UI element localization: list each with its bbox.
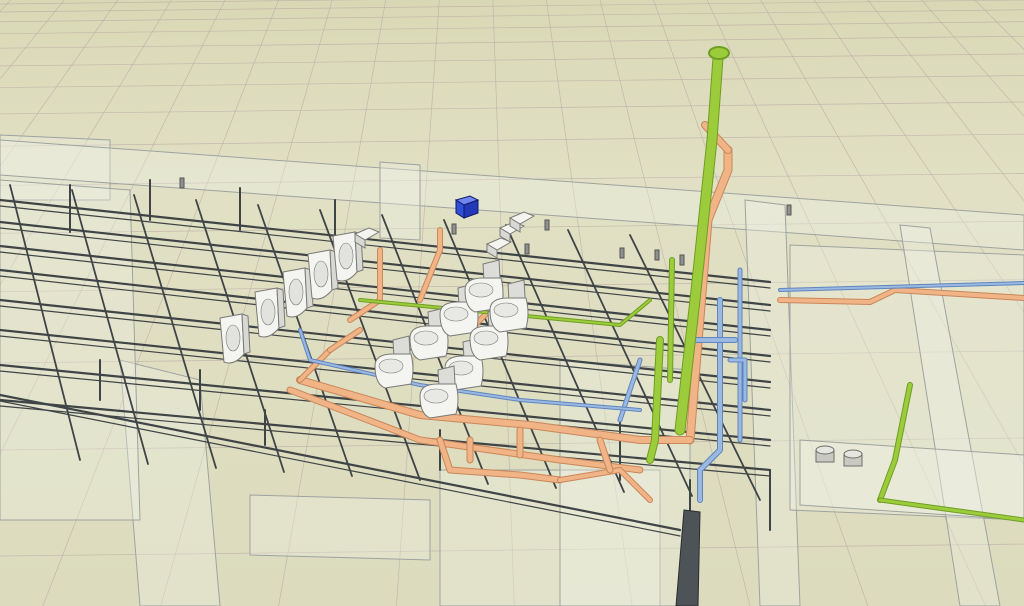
toilet-seat (443, 306, 469, 322)
grid-line (0, 0, 1024, 13)
grid-line (0, 35, 1024, 49)
model-viewport[interactable] (0, 0, 1024, 606)
waste-pipe[interactable] (328, 328, 362, 352)
selected-box[interactable] (454, 195, 480, 219)
floor-slab (249, 494, 431, 561)
urinal-bowl (260, 298, 276, 326)
pipe-stub[interactable] (786, 204, 792, 216)
urinal[interactable] (307, 249, 339, 300)
plumbing-scene[interactable] (0, 0, 1024, 606)
pipe-stub[interactable] (451, 223, 457, 235)
toilet-seat (493, 302, 519, 318)
glass-wall-panel (559, 359, 691, 606)
pipe-stub[interactable] (654, 249, 660, 261)
pipe-stub[interactable] (179, 177, 185, 189)
pipe-stub[interactable] (544, 219, 550, 231)
glass-wall-panel (379, 161, 421, 241)
toilet-seat (413, 330, 439, 346)
pipe-stub[interactable] (619, 247, 625, 259)
grid-line (0, 53, 1024, 67)
urinal[interactable] (282, 267, 314, 318)
vent-cap[interactable] (708, 46, 730, 60)
pipe-stub[interactable] (524, 243, 530, 255)
urinal-side (241, 313, 251, 355)
glass-wall-panel (0, 139, 1024, 251)
urinal-bowl (313, 260, 329, 288)
grid-line (0, 133, 1024, 147)
urinal-bowl (225, 324, 241, 352)
grid-line (0, 21, 1024, 35)
vent-pipe[interactable] (668, 258, 674, 382)
pipe-stub[interactable] (679, 254, 685, 266)
urinal-bowl (338, 242, 354, 270)
toilet[interactable] (374, 335, 414, 389)
urinal-side (276, 287, 286, 329)
toilet-seat (378, 358, 404, 374)
toilet-seat (468, 282, 494, 298)
grid-line (0, 9, 1024, 23)
toilet-seat (473, 330, 499, 346)
grid-line (0, 101, 1024, 115)
glass-walls (0, 134, 1024, 606)
toilet-seat (423, 388, 449, 404)
drum-top (843, 449, 863, 459)
drum-top (815, 445, 835, 455)
urinal-bowl (288, 278, 304, 306)
grid-line (0, 75, 1024, 88)
